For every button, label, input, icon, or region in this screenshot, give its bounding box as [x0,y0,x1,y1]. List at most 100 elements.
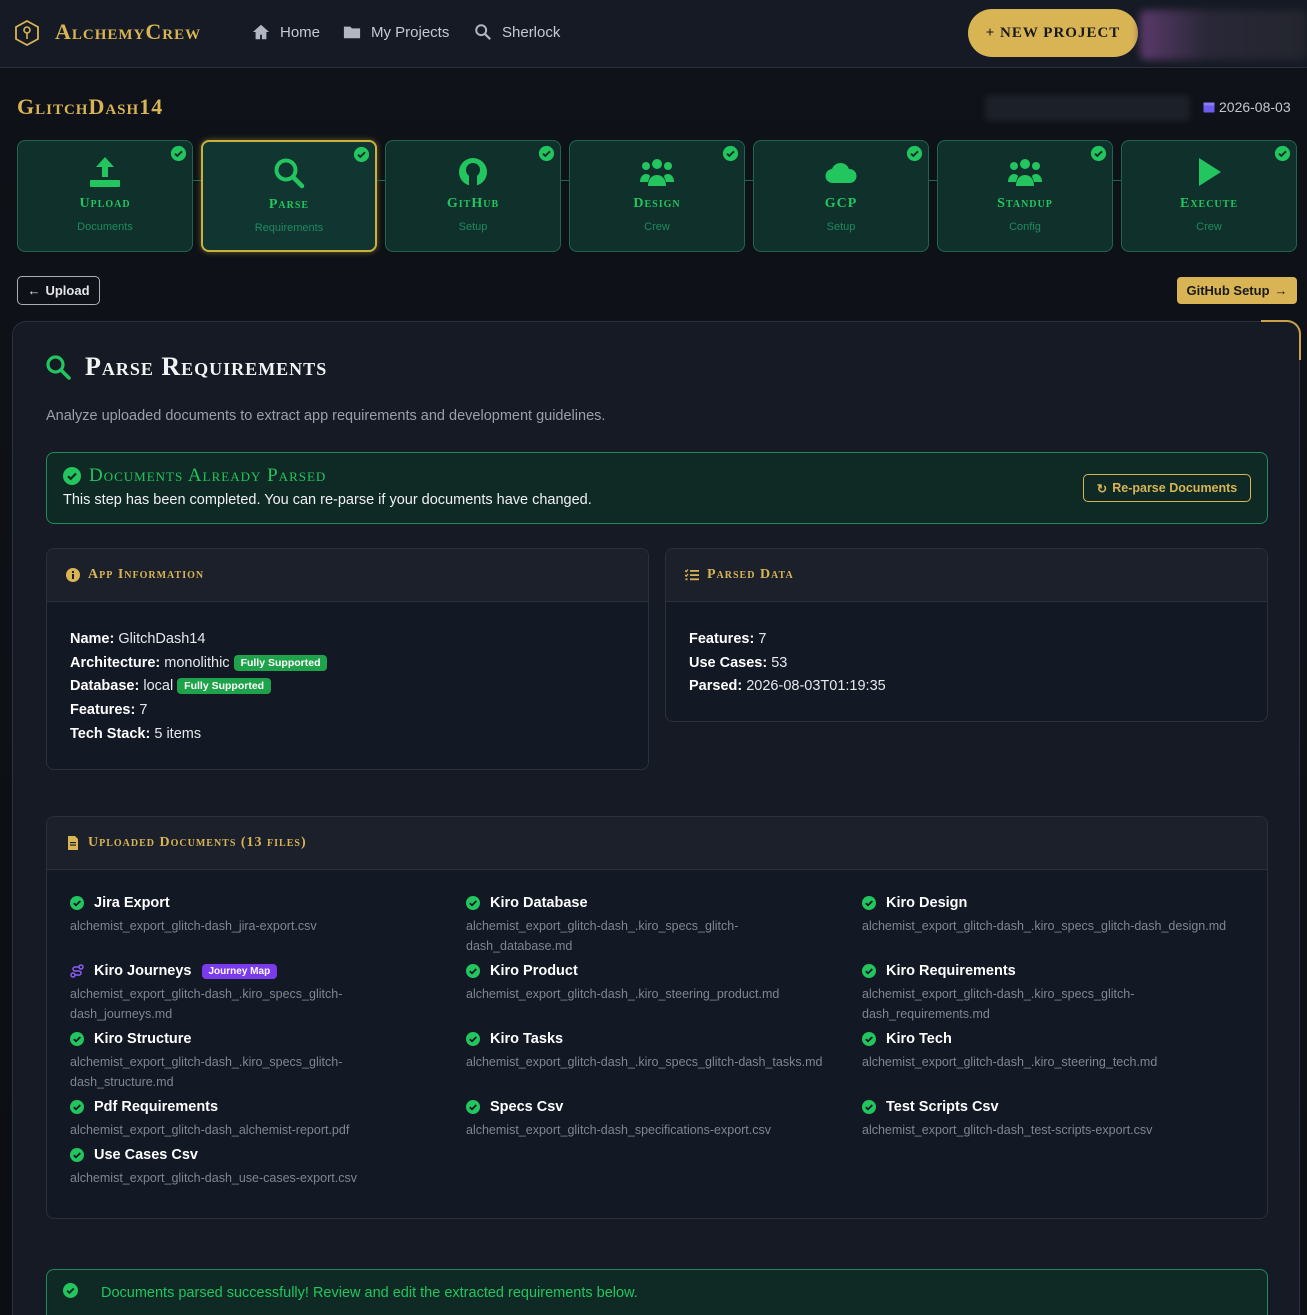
already-parsed-alert: Documents Already Parsed This step has b… [46,452,1268,524]
search-icon [272,157,306,189]
reparse-documents-button[interactable]: ↻ Re-parse Documents [1083,474,1251,502]
app-tech-stack-row: Tech Stack: 5 items [70,726,202,742]
next-github-setup-label: GitHub Setup [1186,283,1270,298]
check-circle-icon [862,896,876,910]
card-corner-accent [1261,320,1301,360]
project-date: 2026-08-03 [1203,99,1291,115]
check-circle-icon [354,147,369,162]
project-meta-redacted [985,95,1190,121]
arrow-left-icon: ← [27,283,41,298]
parsed-data-header: Parsed Data [666,549,1267,602]
app-information-panel: App Information Name: GlitchDash14 Archi… [46,548,649,770]
step-subtitle: Requirements [254,222,324,234]
step-name: GitHub [446,196,500,211]
document-filename: alchemist_export_glitch-dash_.kiro_specs… [862,987,1135,1021]
nav-home[interactable]: Home [252,23,320,41]
document-name: Specs Csv [490,1099,564,1115]
app-name-row: Name: GlitchDash14 [70,631,206,647]
document-item: Test Scripts Csv alchemist_export_glitch-… [862,1099,1232,1140]
document-name: Kiro Structure [94,1031,192,1047]
check-circle-icon [907,146,922,161]
document-item: Specs Csv alchemist_export_glitch-dash_sp… [466,1099,836,1140]
document-name: Kiro Requirements [886,963,1016,979]
file-icon [68,836,78,850]
nav-sherlock[interactable]: Sherlock [474,23,560,41]
step-standup[interactable]: Standup Config [937,140,1113,252]
document-filename: alchemist_export_glitch-dash_.kiro_specs… [70,1055,343,1089]
document-name-row: Kiro Database [466,895,836,911]
nav-my-projects[interactable]: My Projects [343,23,449,41]
brand-name[interactable]: AlchemyCrew [55,19,201,45]
check-circle-icon [862,964,876,978]
document-filename: alchemist_export_glitch-dash_use-cases-e… [70,1171,357,1185]
step-gcp[interactable]: GCP Setup [753,140,929,252]
step-github[interactable]: GitHub Setup [385,140,561,252]
nav-sherlock-label: Sherlock [502,23,561,41]
step-execute[interactable]: Execute Crew [1121,140,1297,252]
check-circle-icon [466,896,480,910]
step-connector [561,180,569,181]
document-item: Kiro Tech alchemist_export_glitch-dash_.k… [862,1031,1232,1072]
new-project-button[interactable]: + NEW PROJECT [968,9,1138,57]
search-icon [475,24,491,40]
page-title: Parse Requirements [85,352,328,381]
check-circle-icon [723,146,738,161]
user-menu[interactable] [1140,10,1307,60]
list-check-icon [685,569,699,581]
calendar-icon [1203,102,1215,113]
check-circle-icon [862,1032,876,1046]
document-name: Kiro Database [490,895,588,911]
uploaded-documents-header: Uploaded Documents (13 files) [47,817,1267,870]
step-connector [193,180,201,181]
step-design[interactable]: Design Crew [569,140,745,252]
document-item: Kiro Requirements alchemist_export_glitch… [862,963,1232,1024]
document-item: Kiro Database alchemist_export_glitch-das… [466,895,836,956]
back-upload-button[interactable]: ← Upload [17,276,100,305]
step-connector [929,180,937,181]
document-filename: alchemist_export_glitch-dash_.kiro_specs… [466,919,739,953]
route-icon [70,964,84,978]
check-circle-icon [70,1148,84,1162]
document-item: Kiro Structure alchemist_export_glitch-da… [70,1031,440,1092]
document-name: Jira Export [94,895,170,911]
step-subtitle: Setup [826,221,856,233]
next-github-setup-button[interactable]: GitHub Setup → [1177,277,1297,304]
step-name: Execute [1179,196,1238,211]
check-circle-icon [1091,146,1106,161]
cloud-icon [824,156,858,188]
step-name: Parse [268,197,310,212]
home-icon [252,24,270,40]
document-name-row: Use Cases Csv [70,1147,440,1163]
app-information-title: App Information [88,567,205,582]
check-circle-icon [862,1100,876,1114]
reparse-label: Re-parse Documents [1112,481,1238,495]
status-badge: Fully Supported [177,678,272,694]
folder-icon [343,26,361,39]
github-icon [456,156,490,188]
step-parse[interactable]: Parse Requirements [201,140,377,252]
users-icon [1008,156,1042,188]
document-name-row: Kiro Tasks [466,1031,836,1047]
document-name-row: Jira Export [70,895,440,911]
document-filename: alchemist_export_glitch-dash_.kiro_specs… [70,987,343,1021]
document-item: Kiro Tasks alchemist_export_glitch-dash_.… [466,1031,836,1072]
document-name-row: Specs Csv [466,1099,836,1115]
document-name-row: Test Scripts Csv [862,1099,1232,1115]
check-circle-icon [1275,146,1290,161]
step-name: Standup [997,196,1053,211]
already-parsed-title: Documents Already Parsed [89,465,327,486]
document-filename: alchemist_export_glitch-dash_.kiro_specs… [466,1055,823,1069]
step-upload[interactable]: Upload Documents [17,140,193,252]
info-icon [66,568,80,582]
document-filename: alchemist_export_glitch-dash_test-script… [862,1123,1153,1137]
step-connector [745,180,753,181]
document-filename: alchemist_export_glitch-dash_jira-export… [70,919,317,933]
document-filename: alchemist_export_glitch-dash_.kiro_steer… [862,1055,1158,1069]
step-name: GCP [824,196,858,211]
document-filename: alchemist_export_glitch-dash_.kiro_specs… [862,919,1227,933]
page-title-row: Parse Requirements [45,352,327,382]
document-name: Use Cases Csv [94,1147,198,1163]
page-intro: Analyze uploaded documents to extract ap… [46,408,606,424]
document-name: Kiro Tasks [490,1031,564,1047]
step-connector [1113,180,1121,181]
